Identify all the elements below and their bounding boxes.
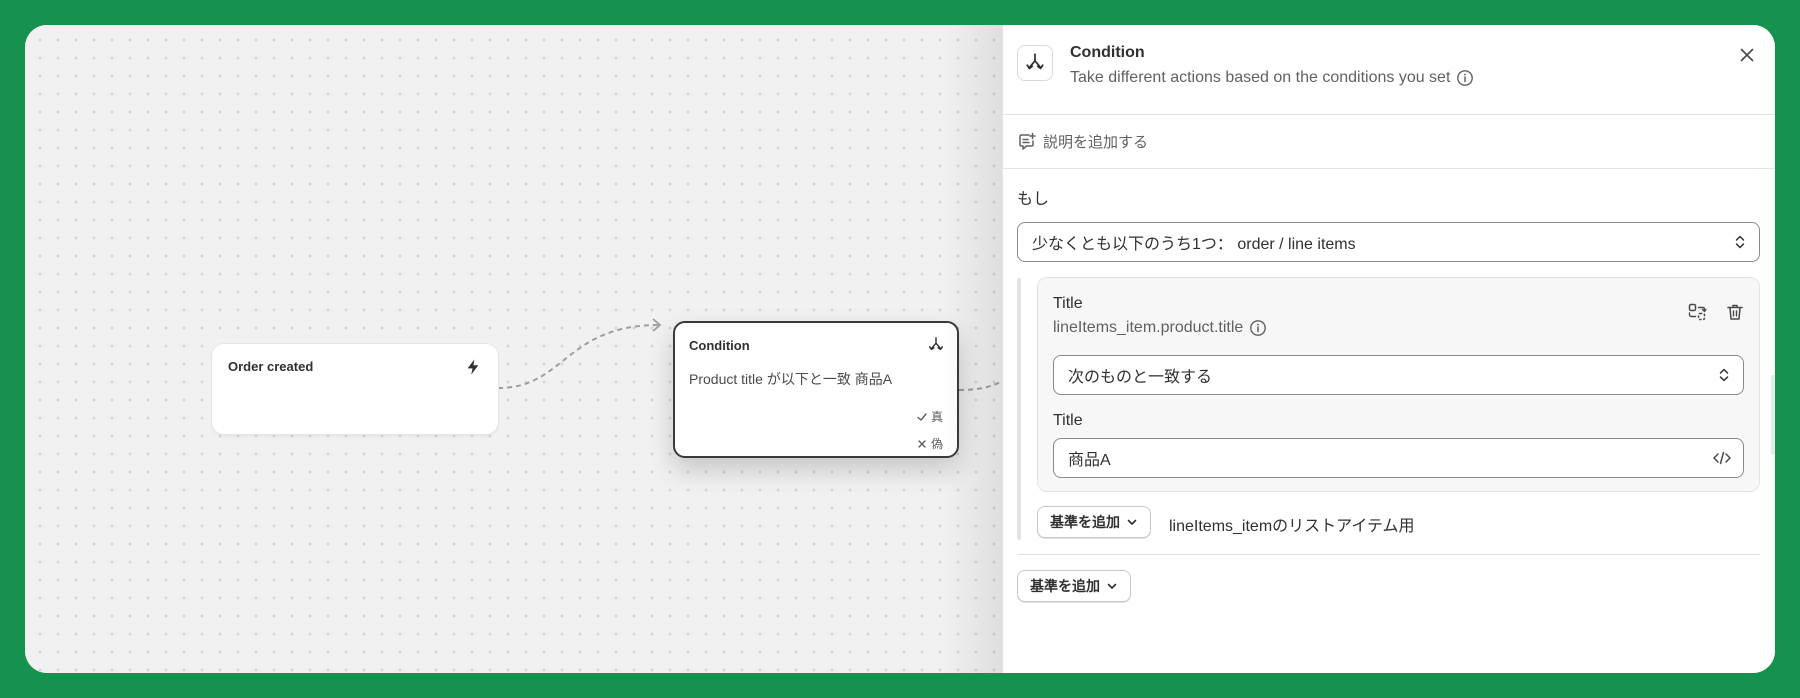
value-input[interactable]: 商品A — [1053, 438, 1744, 478]
condition-node-title: Condition — [689, 338, 750, 353]
scope-select[interactable]: 少なくとも以下のうち1つ： order / line items — [1017, 222, 1760, 262]
chevron-up-down-icon — [1735, 235, 1745, 249]
panel-header-icon-box — [1017, 45, 1053, 81]
criteria-group-bar — [1017, 278, 1021, 540]
operator-select-value: 次のものと一致する — [1068, 369, 1213, 386]
canvas-shade — [943, 25, 1003, 673]
lightning-icon — [467, 359, 479, 375]
branch-true[interactable]: 真 — [916, 408, 943, 425]
comment-add-icon — [1019, 132, 1036, 150]
replace-variable-icon[interactable] — [1687, 302, 1707, 322]
scope-select-value: 少なくとも以下のうち1つ： order / line items — [1032, 236, 1356, 253]
condition-settings-panel: Condition Take different actions based o… — [1003, 25, 1775, 673]
close-icon[interactable] — [1737, 45, 1757, 65]
add-description-label: 説明を追加する — [1043, 134, 1149, 151]
trash-icon[interactable] — [1725, 302, 1745, 322]
criteria-path: lineItems_item.product.title — [1053, 319, 1267, 337]
code-icon[interactable] — [1712, 450, 1732, 466]
panel-subtitle-text: Take different actions based on the cond… — [1070, 69, 1451, 86]
add-criteria-inner-label: 基準を追加 — [1050, 514, 1120, 530]
workflow-canvas[interactable]: Order created Condition Product title が以… — [25, 25, 1003, 673]
branch-true-label: 真 — [930, 410, 943, 424]
add-criteria-button-inner[interactable]: 基準を追加 — [1037, 506, 1151, 538]
panel-title: Condition — [1070, 44, 1145, 61]
chevron-down-icon — [1107, 583, 1117, 589]
operator-select[interactable]: 次のものと一致する — [1053, 355, 1744, 395]
info-icon[interactable] — [1249, 319, 1267, 337]
check-icon — [917, 412, 927, 421]
trigger-node-order-created[interactable]: Order created — [212, 344, 498, 434]
value-input-text: 商品A — [1068, 452, 1111, 469]
add-criteria-label: 基準を追加 — [1030, 578, 1100, 594]
branch-icon — [1026, 53, 1044, 70]
criteria-title: Title — [1053, 295, 1083, 312]
condition-node[interactable]: Condition Product title が以下と一致 商品A 真 偽 — [673, 321, 959, 458]
panel-scrollbar[interactable] — [1771, 375, 1775, 455]
x-icon — [918, 439, 926, 448]
criteria-card: Title lineItems_item.product.title 次のものと… — [1037, 277, 1760, 492]
panel-subtitle: Take different actions based on the cond… — [1070, 69, 1474, 87]
description-divider — [1003, 168, 1775, 169]
chevron-up-down-icon — [1719, 368, 1729, 382]
add-criteria-button[interactable]: 基準を追加 — [1017, 570, 1131, 602]
branch-false-label: 偽 — [930, 437, 943, 451]
criteria-divider — [1017, 554, 1760, 555]
header-divider — [1003, 114, 1775, 115]
criteria-path-text: lineItems_item.product.title — [1053, 319, 1244, 336]
add-criteria-inner-note: lineItems_itemのリストアイテム用 — [1169, 518, 1415, 535]
value-field-label: Title — [1053, 412, 1083, 429]
trigger-node-title: Order created — [228, 359, 314, 374]
if-label: もし — [1017, 191, 1050, 208]
condition-node-description: Product title が以下と一致 商品A — [689, 371, 893, 387]
app-window: Order created Condition Product title が以… — [25, 25, 1775, 673]
chevron-down-icon — [1127, 519, 1137, 525]
add-description-button[interactable]: 説明を追加する — [1017, 131, 1148, 152]
info-icon[interactable] — [1456, 69, 1474, 87]
branch-false[interactable]: 偽 — [916, 435, 943, 452]
